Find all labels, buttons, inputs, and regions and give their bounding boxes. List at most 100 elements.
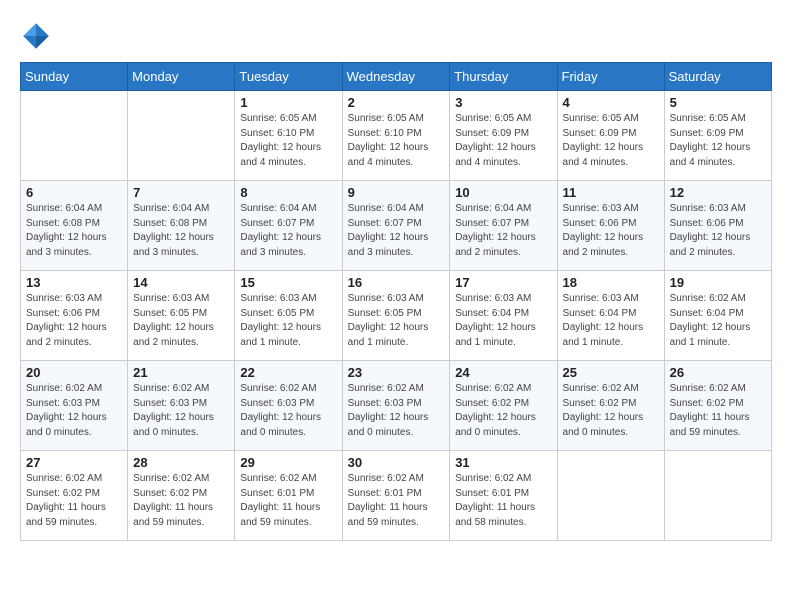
day-number: 12 <box>670 185 766 200</box>
day-detail: Sunrise: 6:03 AM Sunset: 6:06 PM Dayligh… <box>26 292 122 350</box>
day-detail: Sunrise: 6:02 AM Sunset: 6:03 PM Dayligh… <box>133 382 229 440</box>
calendar-cell: 30 Sunrise: 6:02 AM Sunset: 6:01 PM Dayli… <box>342 451 450 541</box>
day-detail: Sunrise: 6:04 AM Sunset: 6:08 PM Dayligh… <box>26 202 122 260</box>
weekday-header: Sunday <box>21 63 128 91</box>
day-detail: Sunrise: 6:05 AM Sunset: 6:10 PM Dayligh… <box>348 112 445 170</box>
day-detail: Sunrise: 6:02 AM Sunset: 6:02 PM Dayligh… <box>563 382 659 440</box>
calendar-cell: 6 Sunrise: 6:04 AM Sunset: 6:08 PM Daylig… <box>21 181 128 271</box>
day-detail: Sunrise: 6:05 AM Sunset: 6:09 PM Dayligh… <box>670 112 766 170</box>
day-detail: Sunrise: 6:03 AM Sunset: 6:05 PM Dayligh… <box>348 292 445 350</box>
calendar-cell: 17 Sunrise: 6:03 AM Sunset: 6:04 PM Dayli… <box>450 271 557 361</box>
day-number: 9 <box>348 185 445 200</box>
weekday-header: Friday <box>557 63 664 91</box>
day-number: 7 <box>133 185 229 200</box>
day-number: 28 <box>133 455 229 470</box>
day-detail: Sunrise: 6:02 AM Sunset: 6:01 PM Dayligh… <box>240 472 336 530</box>
day-detail: Sunrise: 6:02 AM Sunset: 6:04 PM Dayligh… <box>670 292 766 350</box>
day-number: 15 <box>240 275 336 290</box>
calendar-cell: 13 Sunrise: 6:03 AM Sunset: 6:06 PM Dayli… <box>21 271 128 361</box>
day-number: 17 <box>455 275 551 290</box>
day-number: 11 <box>563 185 659 200</box>
day-detail: Sunrise: 6:02 AM Sunset: 6:03 PM Dayligh… <box>26 382 122 440</box>
day-detail: Sunrise: 6:03 AM Sunset: 6:04 PM Dayligh… <box>455 292 551 350</box>
day-detail: Sunrise: 6:05 AM Sunset: 6:09 PM Dayligh… <box>563 112 659 170</box>
day-detail: Sunrise: 6:02 AM Sunset: 6:02 PM Dayligh… <box>133 472 229 530</box>
day-detail: Sunrise: 6:03 AM Sunset: 6:05 PM Dayligh… <box>240 292 336 350</box>
day-detail: Sunrise: 6:02 AM Sunset: 6:03 PM Dayligh… <box>348 382 445 440</box>
calendar-cell: 23 Sunrise: 6:02 AM Sunset: 6:03 PM Dayli… <box>342 361 450 451</box>
day-number: 5 <box>670 95 766 110</box>
calendar-cell: 31 Sunrise: 6:02 AM Sunset: 6:01 PM Dayli… <box>450 451 557 541</box>
day-number: 3 <box>455 95 551 110</box>
calendar-week-row: 20 Sunrise: 6:02 AM Sunset: 6:03 PM Dayli… <box>21 361 772 451</box>
calendar-cell: 27 Sunrise: 6:02 AM Sunset: 6:02 PM Dayli… <box>21 451 128 541</box>
day-number: 8 <box>240 185 336 200</box>
day-number: 19 <box>670 275 766 290</box>
calendar-cell: 28 Sunrise: 6:02 AM Sunset: 6:02 PM Dayli… <box>128 451 235 541</box>
calendar-cell: 26 Sunrise: 6:02 AM Sunset: 6:02 PM Dayli… <box>664 361 771 451</box>
day-detail: Sunrise: 6:02 AM Sunset: 6:01 PM Dayligh… <box>348 472 445 530</box>
day-number: 21 <box>133 365 229 380</box>
day-number: 20 <box>26 365 122 380</box>
calendar-week-row: 6 Sunrise: 6:04 AM Sunset: 6:08 PM Daylig… <box>21 181 772 271</box>
day-detail: Sunrise: 6:02 AM Sunset: 6:02 PM Dayligh… <box>670 382 766 440</box>
calendar-cell: 19 Sunrise: 6:02 AM Sunset: 6:04 PM Dayli… <box>664 271 771 361</box>
calendar-cell: 8Sunrise: 6:04 AM Sunset: 6:07 PM Daylig… <box>235 181 342 271</box>
day-number: 25 <box>563 365 659 380</box>
calendar-table: SundayMondayTuesdayWednesdayThursdayFrid… <box>20 62 772 541</box>
weekday-header: Saturday <box>664 63 771 91</box>
calendar-cell: 12 Sunrise: 6:03 AM Sunset: 6:06 PM Dayli… <box>664 181 771 271</box>
day-number: 2 <box>348 95 445 110</box>
page-header <box>20 20 772 52</box>
calendar-cell: 7 Sunrise: 6:04 AM Sunset: 6:08 PM Daylig… <box>128 181 235 271</box>
day-number: 30 <box>348 455 445 470</box>
weekday-header: Tuesday <box>235 63 342 91</box>
calendar-cell <box>128 91 235 181</box>
calendar-cell: 3 Sunrise: 6:05 AM Sunset: 6:09 PM Daylig… <box>450 91 557 181</box>
calendar-cell: 18Sunrise: 6:03 AM Sunset: 6:04 PM Dayli… <box>557 271 664 361</box>
day-number: 10 <box>455 185 551 200</box>
calendar-cell <box>664 451 771 541</box>
day-detail: Sunrise: 6:05 AM Sunset: 6:09 PM Dayligh… <box>455 112 551 170</box>
day-number: 26 <box>670 365 766 380</box>
weekday-header: Wednesday <box>342 63 450 91</box>
day-number: 23 <box>348 365 445 380</box>
day-number: 31 <box>455 455 551 470</box>
day-detail: Sunrise: 6:03 AM Sunset: 6:06 PM Dayligh… <box>670 202 766 260</box>
day-detail: Sunrise: 6:04 AM Sunset: 6:08 PM Dayligh… <box>133 202 229 260</box>
calendar-cell: 1Sunrise: 6:05 AM Sunset: 6:10 PM Daylig… <box>235 91 342 181</box>
calendar-cell: 2 Sunrise: 6:05 AM Sunset: 6:10 PM Daylig… <box>342 91 450 181</box>
day-detail: Sunrise: 6:04 AM Sunset: 6:07 PM Dayligh… <box>455 202 551 260</box>
day-detail: Sunrise: 6:03 AM Sunset: 6:06 PM Dayligh… <box>563 202 659 260</box>
calendar-cell <box>21 91 128 181</box>
weekday-header: Thursday <box>450 63 557 91</box>
day-detail: Sunrise: 6:02 AM Sunset: 6:02 PM Dayligh… <box>26 472 122 530</box>
calendar-cell: 10 Sunrise: 6:04 AM Sunset: 6:07 PM Dayli… <box>450 181 557 271</box>
calendar-cell: 20 Sunrise: 6:02 AM Sunset: 6:03 PM Dayli… <box>21 361 128 451</box>
logo <box>20 20 56 52</box>
calendar-week-row: 1Sunrise: 6:05 AM Sunset: 6:10 PM Daylig… <box>21 91 772 181</box>
calendar-cell <box>557 451 664 541</box>
day-detail: Sunrise: 6:02 AM Sunset: 6:01 PM Dayligh… <box>455 472 551 530</box>
calendar-cell: 25 Sunrise: 6:02 AM Sunset: 6:02 PM Dayli… <box>557 361 664 451</box>
day-detail: Sunrise: 6:05 AM Sunset: 6:10 PM Dayligh… <box>240 112 336 170</box>
day-detail: Sunrise: 6:02 AM Sunset: 6:03 PM Dayligh… <box>240 382 336 440</box>
calendar-cell: 5 Sunrise: 6:05 AM Sunset: 6:09 PM Daylig… <box>664 91 771 181</box>
calendar-week-row: 27 Sunrise: 6:02 AM Sunset: 6:02 PM Dayli… <box>21 451 772 541</box>
day-number: 22 <box>240 365 336 380</box>
calendar-week-row: 13 Sunrise: 6:03 AM Sunset: 6:06 PM Dayli… <box>21 271 772 361</box>
calendar-cell: 29 Sunrise: 6:02 AM Sunset: 6:01 PM Dayli… <box>235 451 342 541</box>
day-number: 4 <box>563 95 659 110</box>
day-detail: Sunrise: 6:03 AM Sunset: 6:04 PM Dayligh… <box>563 292 659 350</box>
weekday-header: Monday <box>128 63 235 91</box>
day-detail: Sunrise: 6:03 AM Sunset: 6:05 PM Dayligh… <box>133 292 229 350</box>
calendar-cell: 9Sunrise: 6:04 AM Sunset: 6:07 PM Daylig… <box>342 181 450 271</box>
logo-icon <box>20 20 52 52</box>
day-number: 6 <box>26 185 122 200</box>
calendar-cell: 14 Sunrise: 6:03 AM Sunset: 6:05 PM Dayli… <box>128 271 235 361</box>
day-number: 13 <box>26 275 122 290</box>
calendar-cell: 16Sunrise: 6:03 AM Sunset: 6:05 PM Dayli… <box>342 271 450 361</box>
day-number: 27 <box>26 455 122 470</box>
day-number: 29 <box>240 455 336 470</box>
day-number: 14 <box>133 275 229 290</box>
